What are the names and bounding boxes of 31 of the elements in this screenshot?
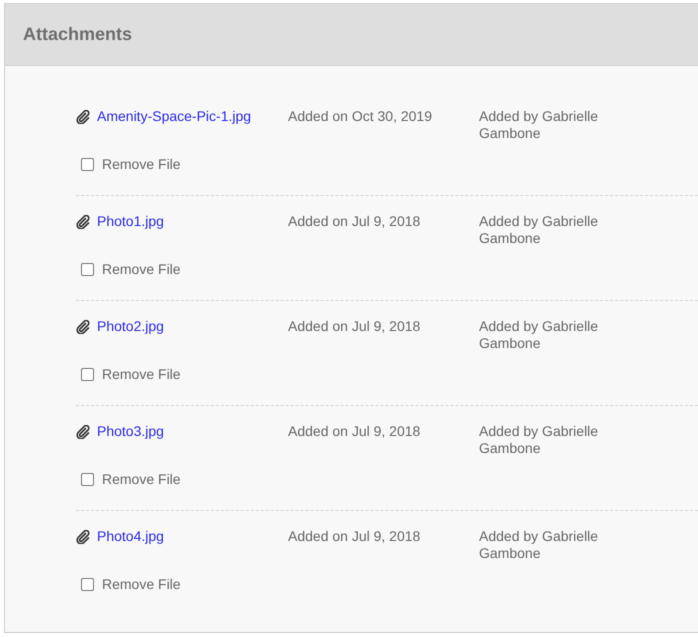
- added-date: Added on Jul 9, 2018: [288, 423, 422, 441]
- remove-file-label: Remove File: [102, 366, 181, 382]
- paperclip-icon: [76, 110, 91, 124]
- added-by: Added by Gabrielle Gambone: [479, 528, 600, 562]
- remove-checkbox[interactable]: [81, 578, 94, 590]
- remove-file-label: Remove File: [102, 261, 181, 277]
- remove-checkbox[interactable]: [81, 262, 94, 276]
- added-by: Added by Gabrielle Gambone: [479, 213, 600, 247]
- panel-title: Attachments: [23, 24, 132, 45]
- paperclip-icon: [76, 424, 91, 438]
- remove-checkbox[interactable]: [81, 368, 94, 380]
- added-by: Added by Gabrielle Gambone: [479, 423, 600, 457]
- added-date: Added on Jul 9, 2018: [288, 213, 422, 231]
- paperclip-icon: [76, 214, 91, 228]
- added-by: Added by Gabrielle Gambone: [479, 318, 600, 352]
- remove-file-label: Remove File: [102, 471, 181, 487]
- paperclip-icon: [76, 530, 91, 544]
- added-date: Added on Jul 9, 2018: [288, 318, 422, 336]
- file-link[interactable]: Photo2.jpg: [97, 318, 164, 335]
- file-link[interactable]: Photo3.jpg: [97, 423, 164, 440]
- added-date: Added on Jul 9, 2018: [288, 528, 422, 546]
- paperclip-icon: [76, 320, 91, 334]
- added-by: Added by Gabrielle Gambone: [479, 108, 600, 142]
- added-date: Added on Oct 30, 2019: [288, 108, 433, 126]
- remove-file-label: Remove File: [102, 156, 181, 172]
- file-link[interactable]: Photo4.jpg: [97, 528, 164, 545]
- remove-file-label: Remove File: [102, 576, 181, 592]
- file-link[interactable]: Amenity-Space-Pic-1.jpg: [97, 108, 252, 125]
- file-link[interactable]: Photo1.jpg: [97, 213, 164, 230]
- remove-checkbox[interactable]: [81, 158, 94, 170]
- remove-checkbox[interactable]: [81, 472, 94, 486]
